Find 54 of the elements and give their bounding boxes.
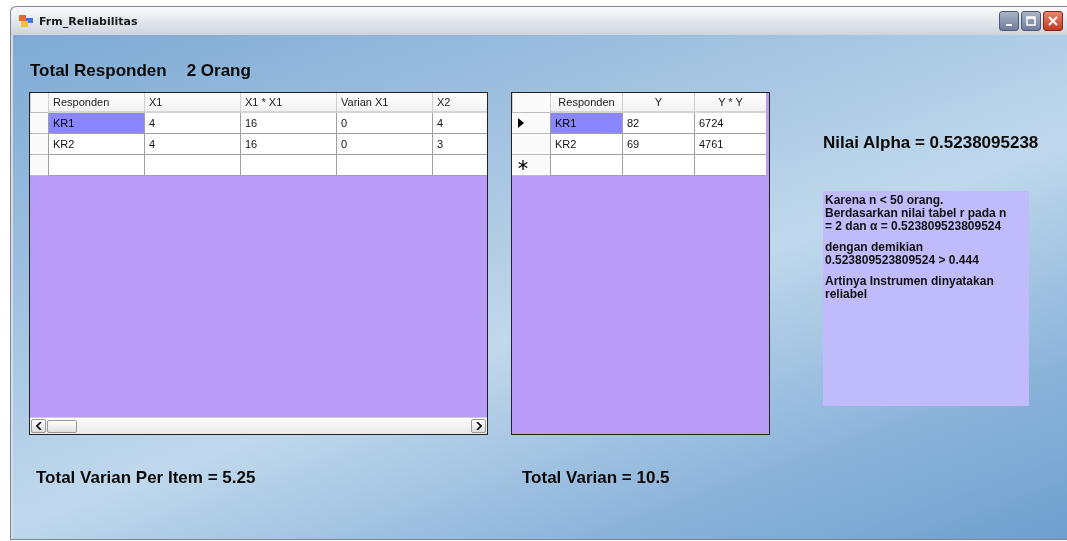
column-header[interactable]: Y * Y bbox=[694, 93, 766, 113]
minimize-icon bbox=[1006, 24, 1012, 26]
column-header[interactable]: X1 bbox=[144, 93, 240, 113]
table-cell[interactable]: 4 bbox=[144, 113, 240, 134]
table-cell[interactable]: 0 bbox=[336, 134, 432, 155]
table-cell[interactable]: 0 bbox=[336, 113, 432, 134]
table-cell[interactable]: KR2 bbox=[550, 134, 622, 155]
form-icon bbox=[19, 15, 33, 27]
scroll-left-button[interactable] bbox=[31, 419, 46, 433]
table-cell[interactable] bbox=[550, 155, 622, 176]
close-button[interactable] bbox=[1043, 11, 1063, 31]
table-cell[interactable]: KR1 bbox=[550, 113, 622, 134]
table-cell[interactable] bbox=[336, 155, 432, 176]
scroll-right-button[interactable] bbox=[471, 419, 486, 433]
total-varian-label: Total Varian = 10.5 bbox=[522, 468, 670, 488]
total-varian-per-item-label: Total Varian Per Item = 5.25 bbox=[36, 468, 257, 488]
close-icon bbox=[1048, 16, 1058, 26]
column-header[interactable]: X1 * X1 bbox=[240, 93, 336, 113]
table-cell[interactable]: 3 bbox=[432, 134, 487, 155]
conclusion-text: Berdasarkan nilai tabel r pada n = 2 dan α = 0.523809523809524 bbox=[825, 207, 1008, 233]
table-cell[interactable] bbox=[48, 155, 144, 176]
table-cell[interactable]: 82 bbox=[622, 113, 694, 134]
column-header[interactable]: Y bbox=[622, 93, 694, 113]
column-header[interactable]: Responden bbox=[550, 93, 622, 113]
table-cell[interactable] bbox=[144, 155, 240, 176]
total-responden-value: 2 Orang bbox=[186, 61, 251, 81]
table-cell[interactable]: 16 bbox=[240, 113, 336, 134]
alpha-value-label: Nilai Alpha = 0.5238095238 bbox=[823, 133, 1039, 153]
conclusion-text: Artinya Instrumen dinyatakan reliabel bbox=[825, 275, 995, 301]
column-header[interactable]: X2 bbox=[432, 93, 487, 113]
conclusion-text: 0.523809523809524 > 0.444 bbox=[825, 254, 980, 267]
minimize-button[interactable] bbox=[999, 11, 1019, 31]
scrollbar-thumb[interactable] bbox=[47, 419, 77, 433]
conclusion-text: dengan demikian bbox=[825, 241, 925, 254]
column-header[interactable]: Responden bbox=[48, 93, 144, 113]
maximize-button[interactable] bbox=[1021, 11, 1041, 31]
horizontal-scrollbar[interactable] bbox=[30, 417, 487, 434]
total-responden-label: Total Responden bbox=[30, 61, 167, 81]
table-cell[interactable]: KR2 bbox=[48, 134, 144, 155]
maximize-icon bbox=[1026, 16, 1036, 26]
column-header[interactable]: Varian X1 bbox=[336, 93, 432, 113]
table-cell[interactable] bbox=[694, 155, 766, 176]
table-cell[interactable]: 4 bbox=[144, 134, 240, 155]
table-cell[interactable]: 16 bbox=[240, 134, 336, 155]
table-cell[interactable]: 69 bbox=[622, 134, 694, 155]
table-cell[interactable]: 6724 bbox=[694, 113, 766, 134]
conclusion-text: Karena n < 50 orang. bbox=[825, 194, 945, 207]
table-cell[interactable]: 4761 bbox=[694, 134, 766, 155]
table-cell[interactable]: 4 bbox=[432, 113, 487, 134]
table-cell[interactable] bbox=[622, 155, 694, 176]
window-title: Frm_Reliabilitas bbox=[39, 14, 139, 28]
row-header-cell bbox=[30, 93, 48, 113]
table-cell[interactable] bbox=[240, 155, 336, 176]
table-cell[interactable]: KR1 bbox=[48, 113, 144, 134]
